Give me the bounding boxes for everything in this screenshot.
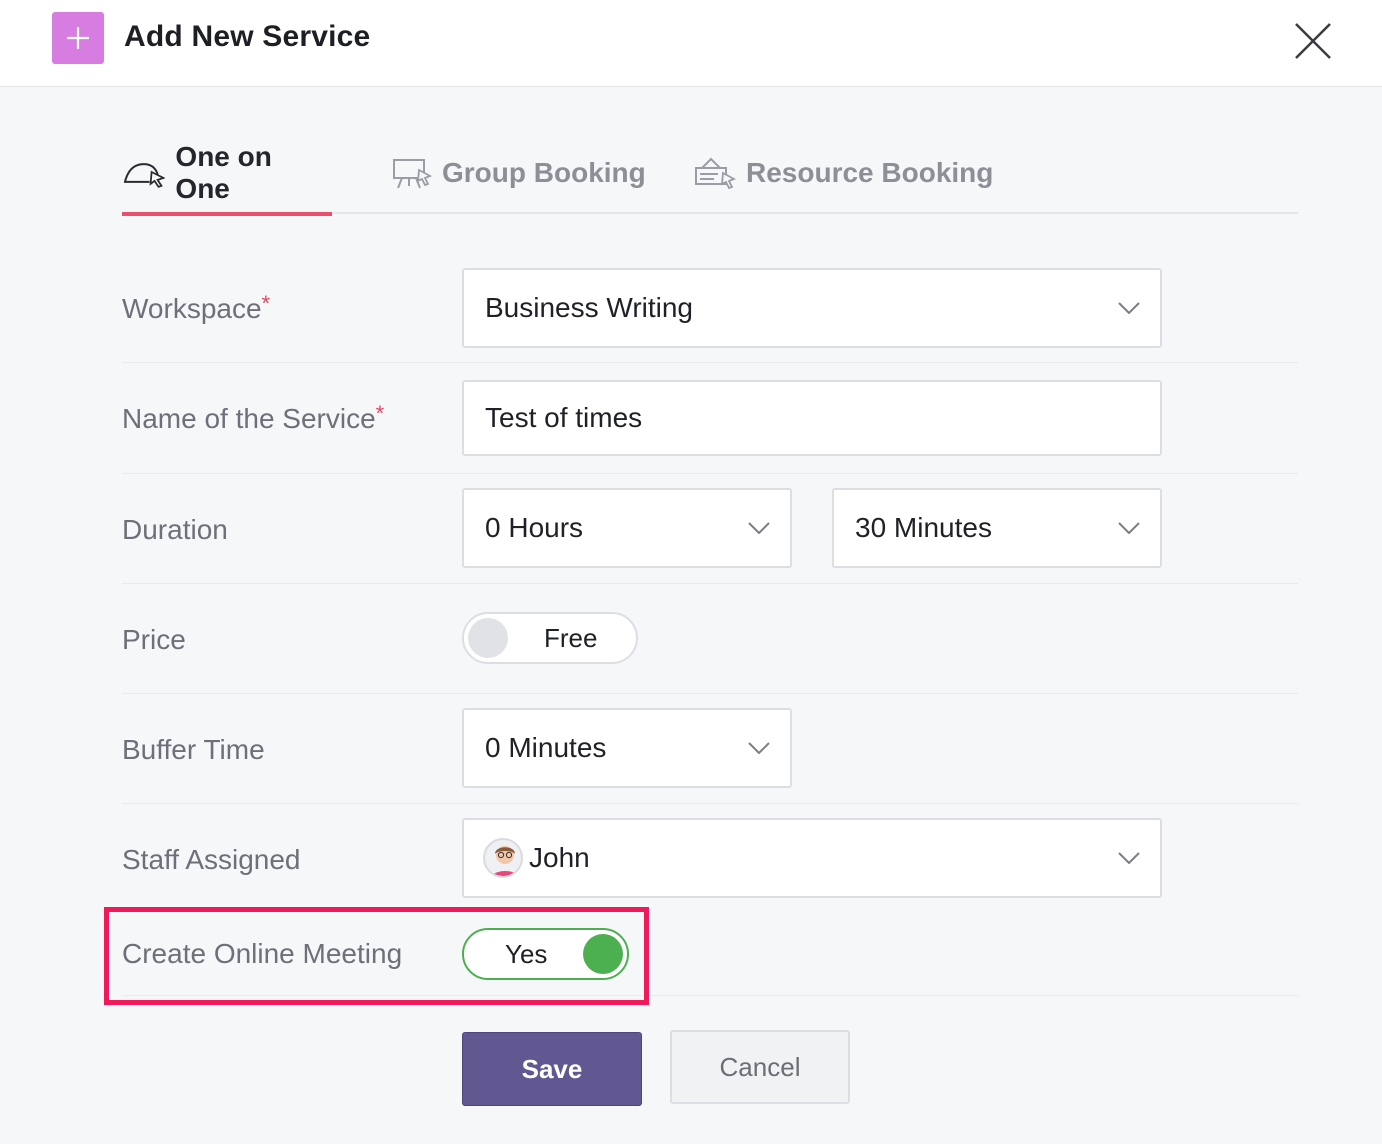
price-toggle[interactable]: Free [462, 612, 638, 664]
staff-select[interactable]: John [462, 818, 1162, 898]
close-button[interactable] [1290, 18, 1336, 64]
duration-label: Duration [122, 514, 228, 545]
price-toggle-text: Free [544, 622, 598, 653]
highlight-box [104, 907, 649, 1005]
tab-one-on-one[interactable]: One on One [122, 140, 332, 216]
buffer-time-select[interactable]: 0 Minutes [462, 708, 792, 788]
staff-label: Staff Assigned [122, 844, 301, 875]
workspace-select[interactable]: Business Writing [462, 268, 1162, 348]
workspace-value: Business Writing [485, 292, 694, 323]
chevron-down-icon [1118, 302, 1140, 314]
tab-group-booking[interactable]: Group Booking [392, 140, 646, 214]
duration-minutes-value: 30 Minutes [855, 512, 992, 543]
duration-minutes-select[interactable]: 30 Minutes [832, 488, 1162, 568]
tab-label: Resource Booking [746, 157, 994, 188]
chevron-down-icon [1118, 522, 1140, 534]
service-name-value: Test of times [485, 402, 643, 433]
cancel-button[interactable]: Cancel [670, 1030, 850, 1104]
buffer-time-value: 0 Minutes [485, 732, 607, 763]
avatar-icon [483, 838, 523, 878]
workspace-label-text: Workspace [122, 293, 262, 324]
price-row: Price [122, 584, 1298, 694]
resource-booking-icon [695, 157, 736, 190]
service-name-label-text: Name of the Service [122, 403, 376, 434]
required-mark: * [375, 401, 385, 426]
staff-value: John [529, 842, 590, 873]
service-name-label: Name of the Service* [122, 401, 385, 435]
required-mark: * [261, 291, 271, 316]
buffer-time-label: Buffer Time [122, 734, 265, 765]
price-label: Price [122, 624, 186, 655]
one-on-one-icon [123, 163, 166, 188]
dialog-header: Add New Service [0, 0, 1382, 87]
close-icon[interactable] [1290, 18, 1336, 64]
group-booking-icon [393, 159, 432, 189]
tab-label: Group Booking [442, 157, 646, 188]
duration-hours-value: 0 Hours [485, 512, 584, 543]
tab-resource-booking[interactable]: Resource Booking [694, 140, 993, 214]
chevron-down-icon [748, 742, 770, 754]
workspace-label: Workspace* [122, 291, 271, 325]
service-type-tabs: One on One Group Booking Resource Bookin… [122, 140, 1298, 216]
service-name-input[interactable]: Test of times [462, 380, 1162, 456]
duration-hours-select[interactable]: 0 Hours [462, 488, 792, 568]
tab-label: One on One [175, 141, 272, 204]
add-badge [52, 12, 104, 64]
toggle-knob [468, 618, 508, 658]
save-button[interactable]: Save [462, 1032, 642, 1106]
chevron-down-icon [748, 522, 770, 534]
plus-icon [67, 27, 89, 49]
chevron-down-icon [1118, 852, 1140, 864]
dialog-title: Add New Service [124, 20, 371, 53]
